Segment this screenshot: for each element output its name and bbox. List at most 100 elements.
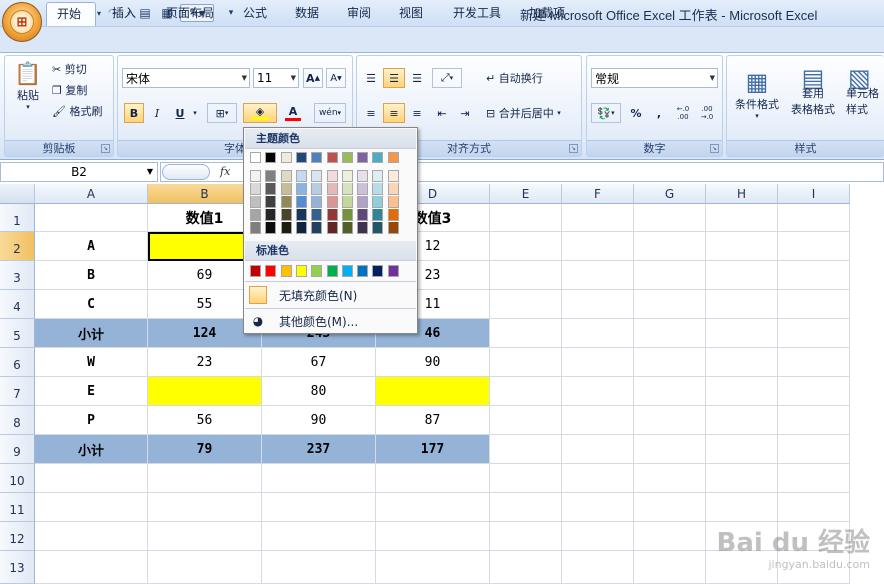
- cell-h4[interactable]: [706, 290, 778, 319]
- cell-a2[interactable]: A: [35, 232, 148, 261]
- theme-shade-swatch[interactable]: [341, 183, 353, 195]
- theme-shade-swatch[interactable]: [357, 196, 369, 208]
- decrease-indent-button[interactable]: ⇤: [432, 103, 452, 123]
- cell-g8[interactable]: [634, 406, 706, 435]
- theme-shade-swatch[interactable]: [326, 170, 338, 182]
- row-header-12[interactable]: 12: [0, 522, 35, 551]
- theme-shade-swatch[interactable]: [280, 183, 292, 195]
- cell-f10[interactable]: [562, 464, 634, 493]
- align-middle-button[interactable]: ☰: [383, 68, 405, 88]
- theme-shade-swatch[interactable]: [265, 196, 277, 208]
- borders-button[interactable]: ⊞ ▾: [207, 103, 237, 123]
- cell-a8[interactable]: P: [35, 406, 148, 435]
- cell-a13[interactable]: [35, 551, 148, 584]
- cell-b6[interactable]: 23: [148, 348, 262, 377]
- theme-shade-swatch[interactable]: [326, 209, 338, 221]
- standard-color-swatch[interactable]: [387, 265, 399, 277]
- cell-h1[interactable]: [706, 204, 778, 232]
- cell-e13[interactable]: [490, 551, 562, 584]
- copy-button[interactable]: ❐ 复制: [52, 81, 87, 99]
- column-header-e[interactable]: E: [490, 184, 562, 204]
- cell-c9[interactable]: 237: [262, 435, 376, 464]
- theme-color-swatch[interactable]: [341, 152, 353, 163]
- cell-i6[interactable]: [778, 348, 850, 377]
- theme-color-swatch[interactable]: [311, 152, 323, 163]
- theme-shade-swatch[interactable]: [387, 196, 399, 208]
- cell-styles-button[interactable]: ▧ 单元格 样式: [842, 58, 884, 130]
- theme-color-swatch[interactable]: [387, 152, 399, 163]
- italic-button[interactable]: I: [147, 103, 167, 123]
- comma-button[interactable]: ,: [650, 103, 668, 123]
- cell-d13[interactable]: [376, 551, 490, 584]
- cell-i8[interactable]: [778, 406, 850, 435]
- theme-color-swatch[interactable]: [265, 152, 277, 163]
- theme-shade-swatch[interactable]: [372, 183, 384, 195]
- row-header-1[interactable]: 1: [0, 204, 35, 232]
- cell-h7[interactable]: [706, 377, 778, 406]
- wrap-text-button[interactable]: ↵ 自动换行: [486, 68, 543, 88]
- cell-d6[interactable]: 90: [376, 348, 490, 377]
- theme-shade-swatch[interactable]: [295, 196, 307, 208]
- cell-f7[interactable]: [562, 377, 634, 406]
- row-header-5[interactable]: 5: [0, 319, 35, 348]
- theme-shade-swatch[interactable]: [250, 196, 261, 208]
- cell-g7[interactable]: [634, 377, 706, 406]
- select-all-corner[interactable]: [0, 184, 35, 204]
- fill-color-button[interactable]: ◈: [243, 103, 277, 123]
- cell-i1[interactable]: [778, 204, 850, 232]
- formula-cancel-zoom[interactable]: [162, 164, 210, 180]
- format-as-table-button[interactable]: ▤ 套用 表格格式: [787, 58, 839, 130]
- cell-f8[interactable]: [562, 406, 634, 435]
- theme-shade-swatch[interactable]: [250, 183, 261, 195]
- theme-shade-swatch[interactable]: [387, 222, 399, 234]
- cell-f2[interactable]: [562, 232, 634, 261]
- cell-h10[interactable]: [706, 464, 778, 493]
- row-header-11[interactable]: 11: [0, 493, 35, 522]
- cell-g4[interactable]: [634, 290, 706, 319]
- tab-addins[interactable]: 加载项: [519, 2, 575, 26]
- tab-home[interactable]: 开始: [46, 2, 96, 26]
- conditional-format-button[interactable]: ▦ 条件格式 ▾: [729, 58, 785, 130]
- theme-shade-swatch[interactable]: [265, 183, 277, 195]
- name-box[interactable]: B2 ▼: [0, 162, 158, 182]
- cell-i3[interactable]: [778, 261, 850, 290]
- row-header-6[interactable]: 6: [0, 348, 35, 377]
- theme-color-swatch[interactable]: [250, 152, 261, 163]
- cell-d12[interactable]: [376, 522, 490, 551]
- cell-i9[interactable]: [778, 435, 850, 464]
- underline-button[interactable]: U: [170, 103, 190, 123]
- cell-g1[interactable]: [634, 204, 706, 232]
- cell-i7[interactable]: [778, 377, 850, 406]
- standard-color-swatch[interactable]: [341, 265, 353, 277]
- cell-g13[interactable]: [634, 551, 706, 584]
- cell-i2[interactable]: [778, 232, 850, 261]
- cell-d10[interactable]: [376, 464, 490, 493]
- align-bottom-button[interactable]: ☰: [407, 68, 427, 88]
- theme-color-swatch[interactable]: [326, 152, 338, 163]
- font-size-select[interactable]: 11 ▼: [253, 68, 299, 88]
- clipboard-expand-icon[interactable]: ↘: [101, 144, 110, 153]
- theme-shade-swatch[interactable]: [311, 222, 323, 234]
- theme-shade-swatch[interactable]: [295, 222, 307, 234]
- cell-h3[interactable]: [706, 261, 778, 290]
- bold-button[interactable]: B: [124, 103, 144, 123]
- cell-b10[interactable]: [148, 464, 262, 493]
- row-header-13[interactable]: 13: [0, 551, 35, 584]
- cell-e7[interactable]: [490, 377, 562, 406]
- cell-h5[interactable]: [706, 319, 778, 348]
- cell-i4[interactable]: [778, 290, 850, 319]
- cell-f4[interactable]: [562, 290, 634, 319]
- cell-h6[interactable]: [706, 348, 778, 377]
- row-header-3[interactable]: 3: [0, 261, 35, 290]
- no-fill-item[interactable]: 无填充颜色(N): [245, 283, 416, 307]
- decrease-decimal-button[interactable]: .00 →.0: [696, 103, 718, 123]
- cell-c7[interactable]: 80: [262, 377, 376, 406]
- standard-color-swatch[interactable]: [357, 265, 369, 277]
- cell-a7[interactable]: E: [35, 377, 148, 406]
- cell-a9[interactable]: 小计: [35, 435, 148, 464]
- cell-h8[interactable]: [706, 406, 778, 435]
- theme-shade-swatch[interactable]: [372, 222, 384, 234]
- theme-shade-swatch[interactable]: [250, 170, 261, 182]
- standard-color-swatch[interactable]: [311, 265, 323, 277]
- cell-f3[interactable]: [562, 261, 634, 290]
